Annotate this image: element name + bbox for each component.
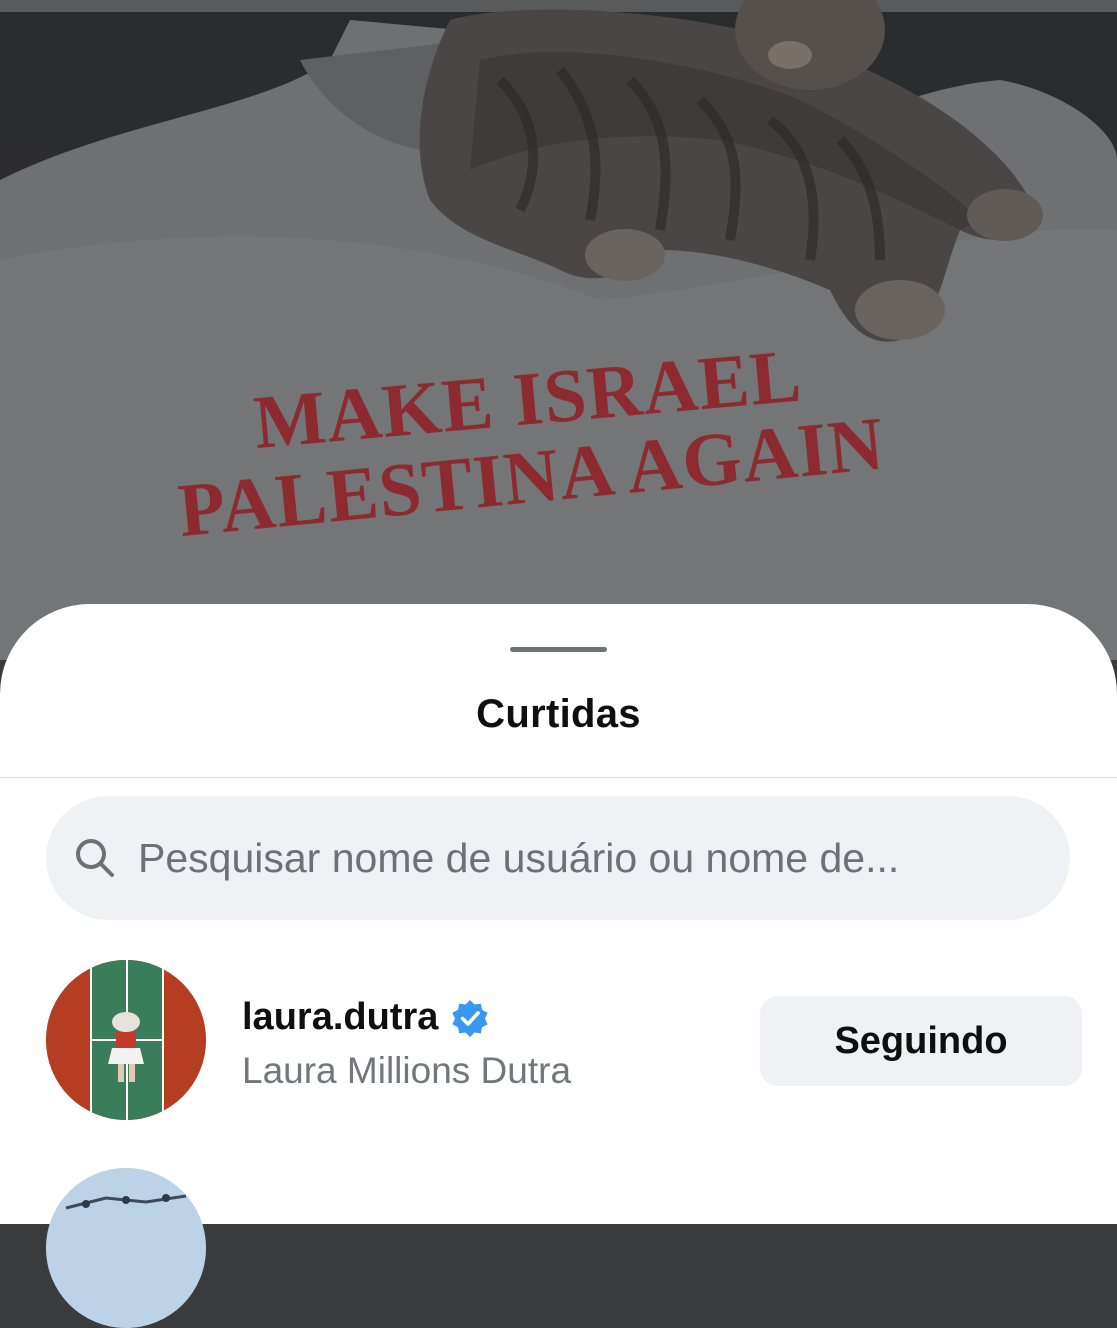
username-row[interactable]: laura.dutra — [242, 996, 490, 1039]
avatar-image — [46, 960, 206, 1120]
avatar[interactable] — [46, 1168, 206, 1328]
likes-sheet: Curtidas laura.dutra — [0, 604, 1117, 1328]
header-divider — [0, 777, 1117, 778]
post-photo-background: MAKE ISRAEL PALESTINA AGAIN — [0, 0, 1117, 660]
following-button[interactable]: Seguindo — [760, 996, 1082, 1086]
avatar[interactable] — [46, 960, 206, 1120]
sheet-grabber-handle[interactable] — [510, 647, 607, 652]
search-icon — [76, 839, 114, 877]
avatar-image — [46, 1168, 206, 1328]
verified-badge-icon — [452, 999, 488, 1037]
search-input[interactable] — [138, 834, 1038, 882]
user-full-name: Laura Millions Dutra — [242, 1050, 572, 1091]
search-bar[interactable] — [46, 796, 1070, 920]
photo-illustration — [0, 0, 1117, 660]
sheet-title: Curtidas — [476, 692, 641, 736]
username[interactable]: laura.dutra — [242, 996, 438, 1039]
list-item-user[interactable]: laura.dutra Laura Millions Dutra Seguind… — [0, 960, 1117, 1124]
